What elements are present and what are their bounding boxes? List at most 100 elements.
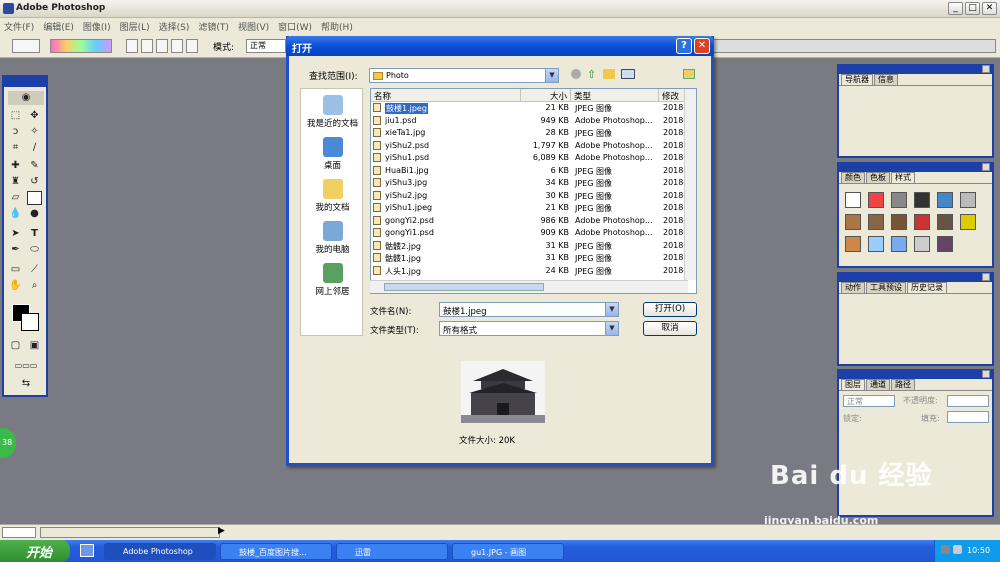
menu-select[interactable]: 选择(S) (159, 20, 190, 34)
back-icon[interactable] (571, 69, 581, 79)
quickmask-mode-icon[interactable]: ▣ (27, 339, 42, 353)
menu-window[interactable]: 窗口(W) (278, 20, 312, 34)
file-row[interactable]: yiShu2.psd 1,797 KB Adobe Photoshop... 2018… (371, 140, 689, 154)
file-row[interactable]: 人头1.jpg 24 KB JPEG 图像 2018- (371, 265, 689, 279)
horizontal-scrollbar[interactable] (370, 280, 688, 293)
start-button[interactable]: 开始 (0, 540, 70, 562)
menu-view[interactable]: 视图(V) (238, 20, 269, 34)
file-row[interactable]: yiShu1.jpeg 21 KB JPEG 图像 2018- (371, 203, 689, 216)
tab-tool-presets[interactable]: 工具预设 (866, 282, 906, 293)
lookin-select[interactable]: Photo ▼ (369, 68, 559, 83)
file-row[interactable]: HuaBi1.jpg 6 KB JPEG 图像 2018- (371, 165, 689, 179)
scroll-thumb[interactable] (384, 283, 544, 291)
dialog-title-bar[interactable]: 打开 ? ✕ (286, 36, 714, 56)
style-swatch[interactable] (891, 236, 907, 252)
view-menu-icon[interactable] (621, 69, 635, 79)
place-recent[interactable]: 我是近的文档 (301, 95, 364, 129)
file-row[interactable]: 骷髅2.jpg 31 KB JPEG 图像 2018- (371, 240, 689, 254)
marquee-tool-icon[interactable]: ⬚ (8, 109, 23, 123)
reflected-gradient-button[interactable] (171, 39, 183, 53)
tab-info[interactable]: 信息 (874, 74, 898, 85)
blend-mode-select[interactable]: 正常 (843, 395, 895, 407)
eyedropper-icon[interactable]: ⟋ (27, 263, 42, 277)
vertical-scrollbar[interactable] (684, 89, 696, 280)
column-type[interactable]: 类型 (571, 89, 659, 102)
screen-mode-icons[interactable]: ▭▭▭ (6, 359, 46, 373)
task-photoshop[interactable]: Adobe Photoshop (104, 543, 216, 560)
chevron-down-icon[interactable]: ▼ (605, 322, 618, 335)
linear-gradient-button[interactable] (126, 39, 138, 53)
palette-close-icon[interactable] (982, 273, 990, 281)
pen-tool-icon[interactable]: ✒ (8, 243, 23, 257)
new-folder-icon[interactable] (603, 69, 615, 79)
file-row[interactable]: yiShu3.jpg 34 KB JPEG 图像 2018- (371, 178, 689, 191)
tab-color[interactable]: 颜色 (841, 172, 865, 183)
brush-tool-icon[interactable]: ✎ (27, 159, 42, 173)
style-swatch[interactable] (914, 236, 930, 252)
style-swatch[interactable] (868, 214, 884, 230)
place-my-documents[interactable]: 我的文档 (301, 179, 364, 213)
menu-help[interactable]: 帮助(H) (321, 20, 353, 34)
column-name[interactable]: 名称 (371, 89, 521, 102)
style-swatch[interactable] (891, 192, 907, 208)
tools-palette-header[interactable] (4, 77, 46, 87)
style-swatch[interactable] (845, 214, 861, 230)
palette-close-icon[interactable] (982, 370, 990, 378)
blur-tool-icon[interactable]: 💧 (8, 207, 23, 221)
style-swatch[interactable] (937, 192, 953, 208)
file-row[interactable]: jiu1.psd 949 KB Adobe Photoshop... 2018- (371, 115, 689, 129)
menu-layer[interactable]: 图层(L) (120, 20, 150, 34)
tab-layers[interactable]: 图层 (841, 379, 865, 390)
menu-filter[interactable]: 滤镜(T) (198, 20, 229, 34)
menu-file[interactable]: 文件(F) (4, 20, 34, 34)
file-row[interactable]: gongYi1.psd 909 KB Adobe Photoshop... 2018- (371, 228, 689, 241)
up-folder-icon[interactable]: ⇧ (587, 68, 596, 81)
volume-tray-icon[interactable] (953, 545, 962, 554)
gradient-tool-icon[interactable] (27, 191, 42, 205)
file-row[interactable]: yiShu2.jpg 30 KB JPEG 图像 2018- (371, 190, 689, 204)
history-brush-icon[interactable]: ↺ (27, 175, 42, 189)
opacity-field[interactable] (947, 395, 989, 407)
hand-tool-icon[interactable]: ✋ (8, 279, 23, 293)
open-button[interactable]: 打开(O) (643, 302, 697, 317)
style-swatch[interactable] (845, 236, 861, 252)
crop-tool-icon[interactable]: ⌗ (8, 141, 23, 155)
path-selection-icon[interactable]: ➤ (8, 227, 23, 241)
type-tool-icon[interactable]: T (27, 227, 42, 241)
place-my-computer[interactable]: 我的电脑 (301, 221, 364, 255)
desktop-shortcut-icon[interactable] (683, 69, 695, 79)
tab-history[interactable]: 历史记录 (907, 282, 947, 293)
eraser-tool-icon[interactable]: ▱ (8, 191, 23, 205)
fill-field[interactable] (947, 411, 989, 423)
move-tool-icon[interactable]: ✥ (27, 109, 42, 123)
file-row[interactable]: gongYi2.psd 986 KB Adobe Photoshop... 2018- (371, 215, 689, 229)
place-desktop[interactable]: 桌面 (301, 137, 364, 171)
tab-actions[interactable]: 动作 (841, 282, 865, 293)
chevron-down-icon[interactable]: ▼ (545, 69, 558, 82)
network-tray-icon[interactable] (941, 545, 950, 554)
style-swatch[interactable] (960, 192, 976, 208)
zoom-field[interactable] (2, 527, 36, 538)
lasso-tool-icon[interactable]: ↄ (8, 125, 23, 139)
gradient-picker[interactable] (50, 39, 112, 53)
shape-tool-icon[interactable]: ⬭ (27, 243, 42, 257)
minimize-button[interactable]: _ (948, 2, 963, 15)
tab-styles[interactable]: 样式 (891, 172, 915, 183)
radial-gradient-button[interactable] (141, 39, 153, 53)
style-swatch[interactable] (845, 192, 861, 208)
file-row[interactable]: xieTa1.jpg 28 KB JPEG 图像 2018- (371, 128, 689, 141)
angle-gradient-button[interactable] (156, 39, 168, 53)
palette-close-icon[interactable] (982, 163, 990, 171)
task-xunlei[interactable]: 迅雷 (336, 543, 448, 560)
file-row[interactable]: yiShu1.psd 6,089 KB Adobe Photoshop... 2018… (371, 153, 689, 166)
filetype-select[interactable]: 所有格式 ▼ (439, 321, 619, 336)
jump-to-imageready-icon[interactable]: ⇆ (8, 377, 44, 391)
file-row[interactable]: 鼓楼1.jpeg 21 KB JPEG 图像 2018- (371, 103, 689, 116)
tab-paths[interactable]: 路径 (891, 379, 915, 390)
tab-swatches[interactable]: 色板 (866, 172, 890, 183)
menu-image[interactable]: 图像(I) (83, 20, 111, 34)
tab-navigator[interactable]: 导航器 (841, 74, 873, 85)
tab-channels[interactable]: 通道 (866, 379, 890, 390)
style-swatch[interactable] (868, 236, 884, 252)
slice-tool-icon[interactable]: ∕ (27, 141, 42, 155)
